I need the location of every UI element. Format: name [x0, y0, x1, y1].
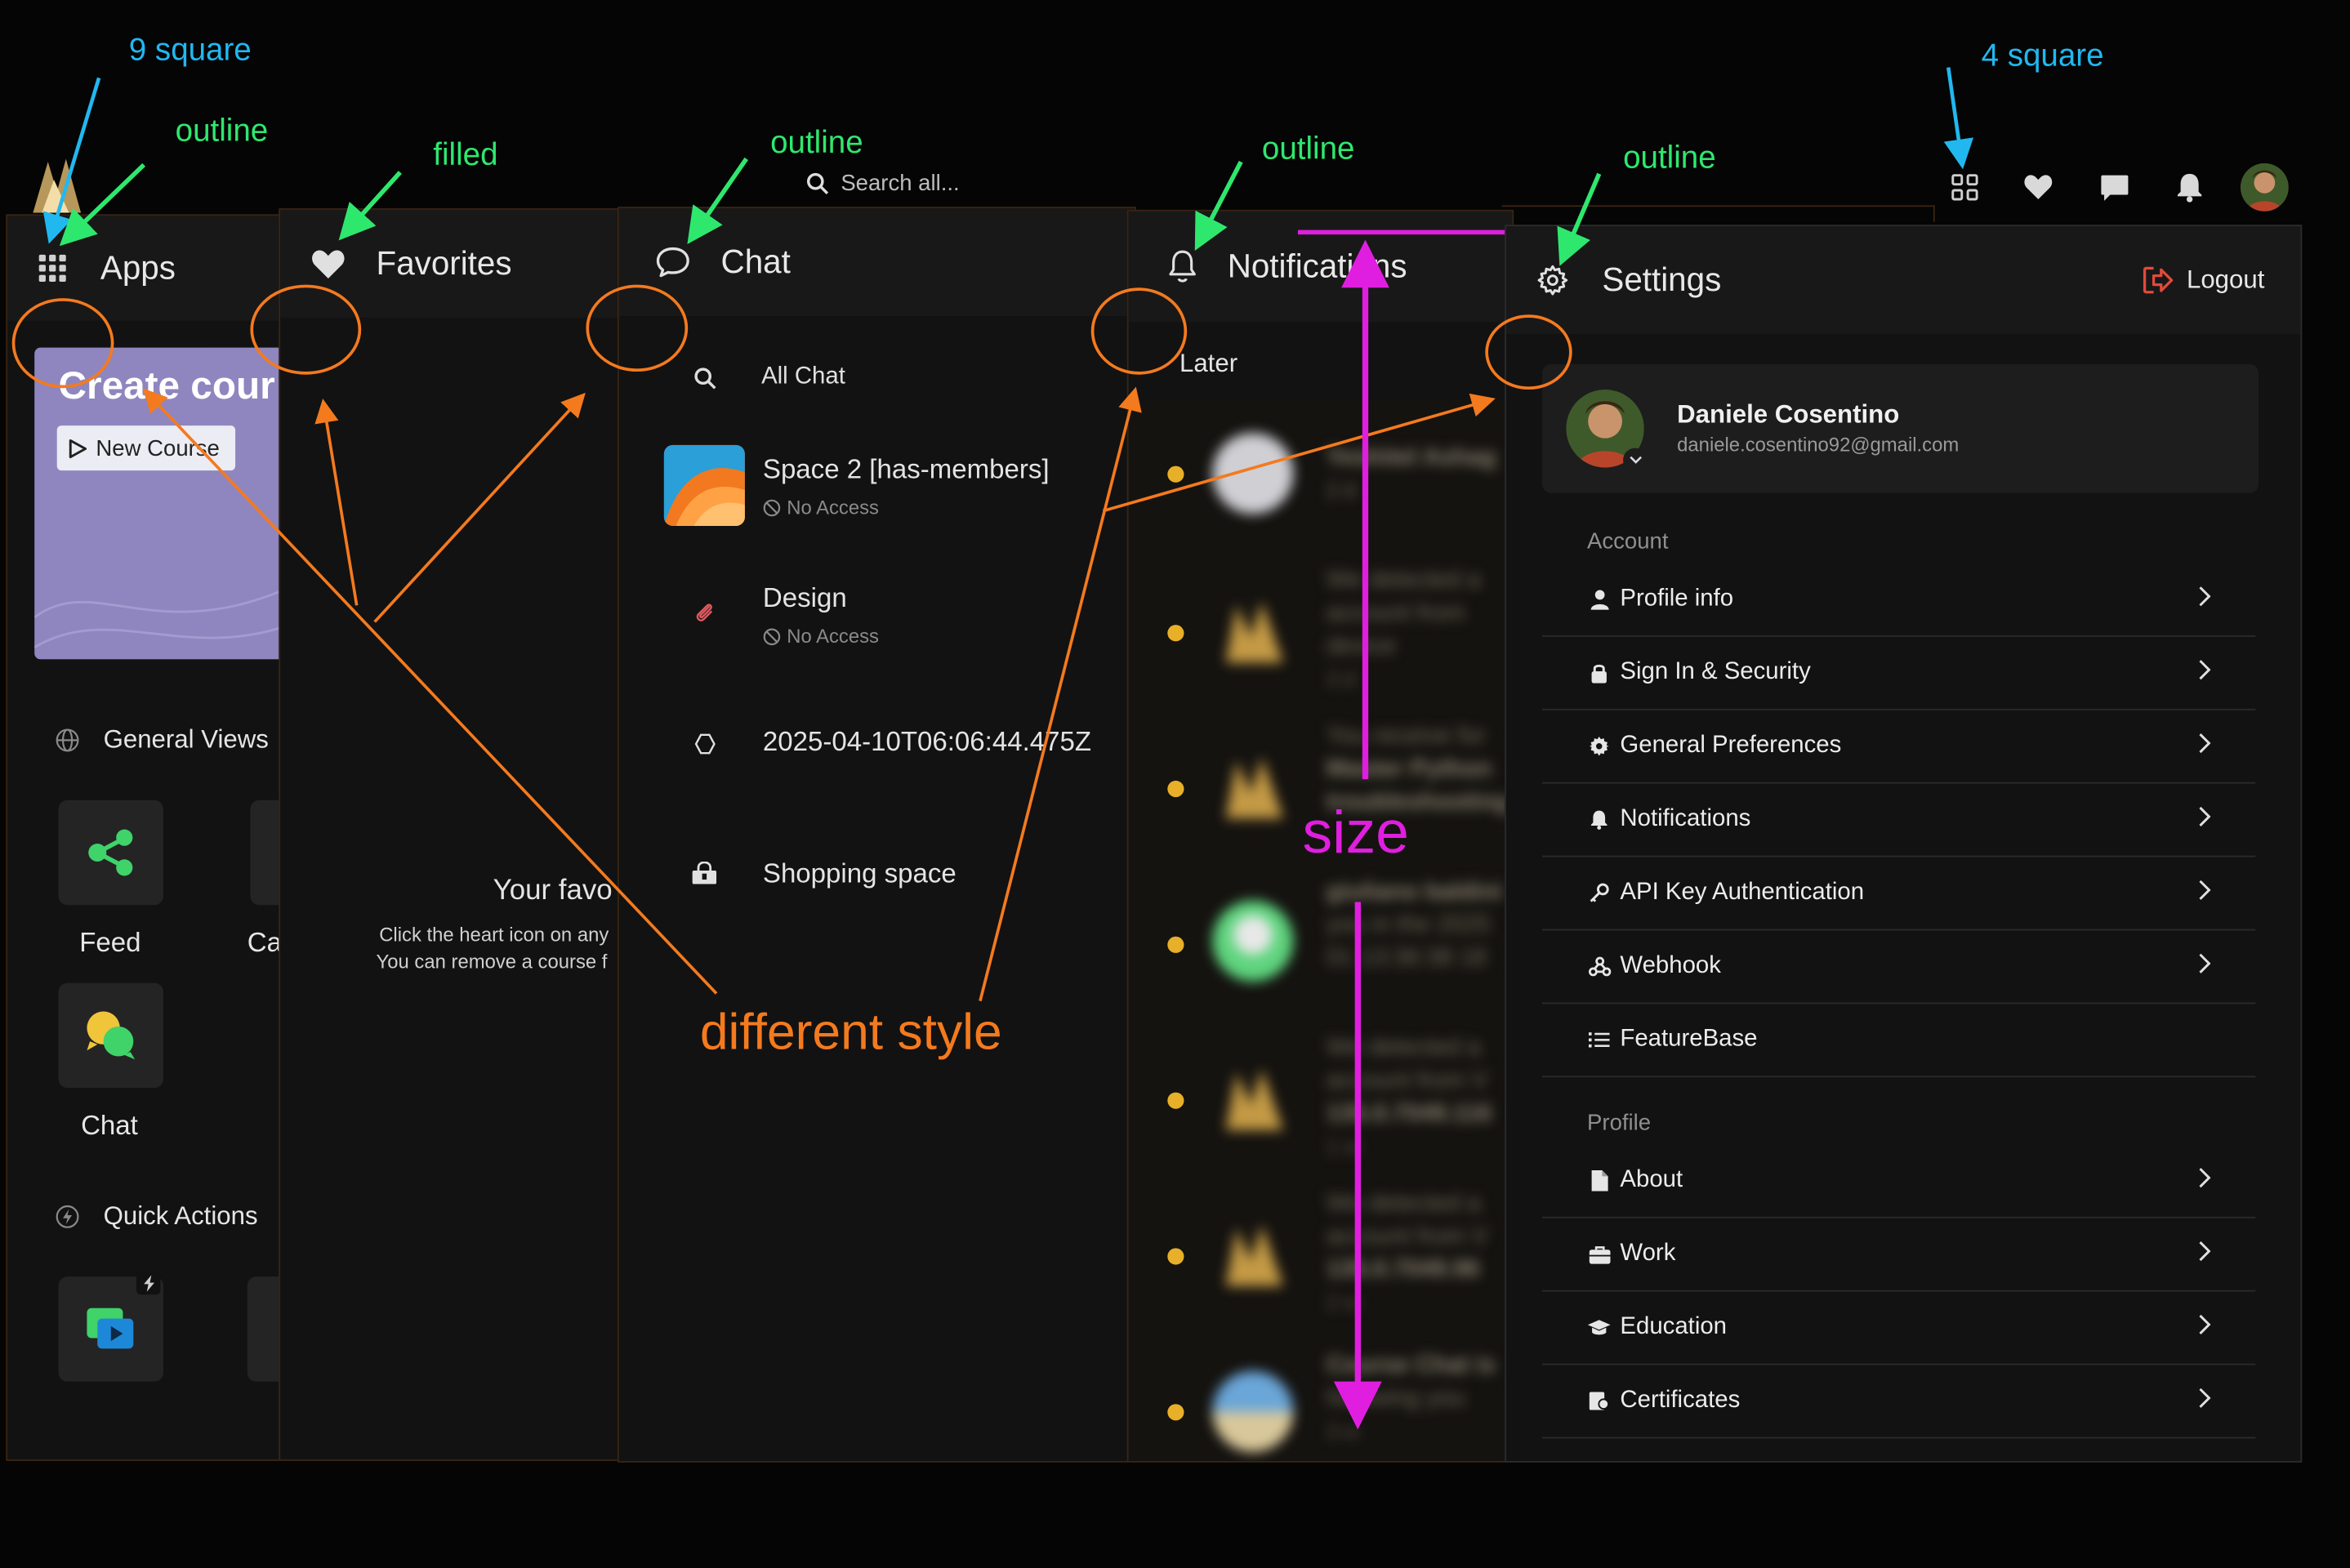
annotation-label-outline: outline: [1623, 140, 1716, 176]
annotation-label-filled: filled: [433, 137, 498, 173]
annotation-circle: [1090, 287, 1188, 375]
annotation-label-size: size: [1302, 800, 1409, 866]
annotation-arrow-orange: [142, 388, 718, 995]
annotation-label-outline: outline: [770, 126, 863, 161]
annotation-arrow-green: [687, 157, 748, 244]
annotation-label-4-square: 4 square: [1981, 38, 2104, 74]
annotation-label-different-style: different style: [699, 1004, 1002, 1062]
annotation-arrow-green: [338, 171, 402, 241]
annotation-arrow-green: [1557, 172, 1602, 266]
annotation-arrow-green: [59, 163, 146, 247]
annotation-overlay: [11, 67, 1974, 1430]
annotation-arrow-green: [1194, 160, 1243, 252]
annotation-circle: [586, 284, 689, 372]
annotation-arrow-orange: [314, 399, 359, 606]
annotation-arrow-orange: [979, 386, 1142, 1002]
annotation-circle: [250, 284, 362, 375]
annotation-arrow-orange: [373, 392, 586, 623]
screenshot-canvas: Search all... Apps Create cour New Cours…: [0, 0, 2350, 1567]
annotation-arrow-blue: [1943, 67, 1974, 170]
annotation-label-outline: outline: [175, 114, 269, 149]
annotation-label-9-square: 9 square: [128, 33, 252, 68]
annotation-label-outline: outline: [1261, 131, 1355, 167]
annotation-arrow-orange: [1102, 393, 1496, 513]
annotation-circle: [11, 298, 114, 389]
annotation-circle: [1485, 314, 1572, 390]
